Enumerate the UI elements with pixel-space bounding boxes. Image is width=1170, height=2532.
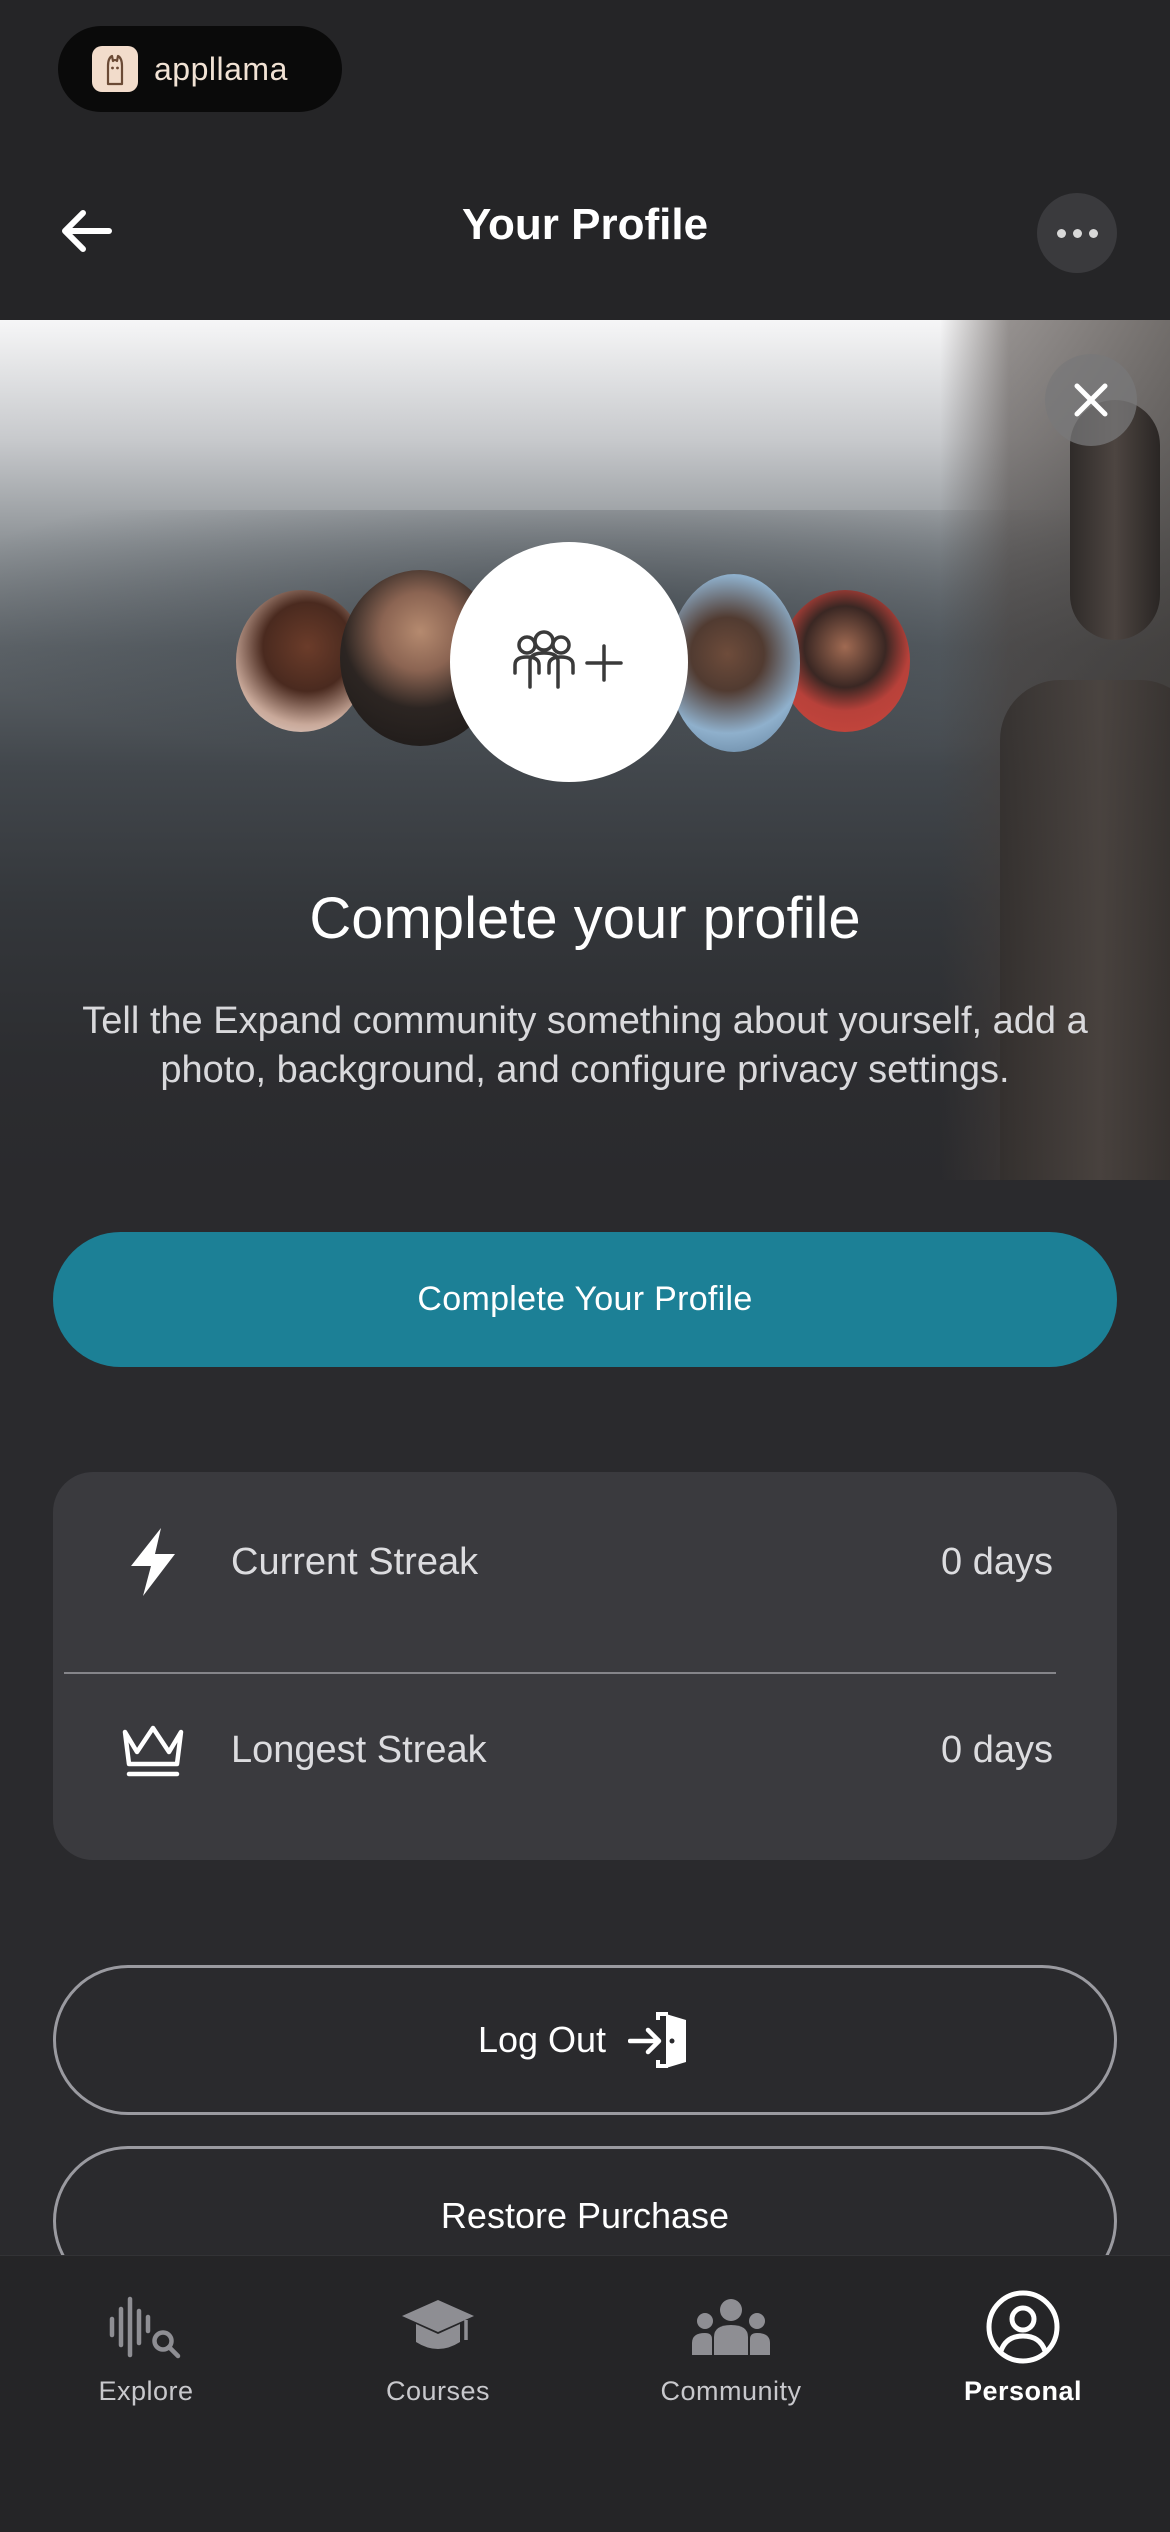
app-badge[interactable]: appllama (58, 26, 342, 112)
stat-value: 0 days (941, 1728, 1053, 1771)
tab-explore[interactable]: Explore (0, 2256, 292, 2436)
explore-icon (105, 2286, 187, 2368)
bottom-tab-bar: Explore Courses Community Personal (0, 2255, 1170, 2532)
hero-description: Tell the Expand community something abou… (82, 1000, 1088, 1091)
logout-button[interactable]: Log Out (53, 1965, 1117, 2115)
group-add-icon (513, 630, 623, 689)
close-banner-button[interactable] (1045, 354, 1137, 446)
tab-label: Personal (963, 2376, 1083, 2406)
more-horizontal-icon (1056, 228, 1098, 238)
user-circle-icon (982, 2286, 1064, 2368)
streak-card: Current Streak 0 days Longest Streak 0 d… (53, 1472, 1117, 1860)
community-icon (690, 2286, 772, 2368)
hero-title: Complete your profile (309, 886, 861, 951)
longest-streak-row: Longest Streak 0 days (53, 1690, 1117, 1810)
crown-icon (117, 1714, 189, 1786)
tab-community[interactable]: Community (585, 2256, 877, 2436)
tab-label: Courses (385, 2376, 491, 2406)
stat-value: 0 days (941, 1540, 1053, 1583)
stat-label: Longest Streak (231, 1728, 487, 1771)
add-people-circle (450, 542, 688, 782)
current-streak-row: Current Streak 0 days (53, 1502, 1117, 1622)
tab-courses[interactable]: Courses (292, 2256, 584, 2436)
app-badge-name: appllama (154, 50, 288, 87)
logout-icon (628, 2008, 692, 2072)
page-title: Your Profile (461, 200, 709, 249)
complete-profile-button[interactable]: Complete Your Profile (53, 1232, 1117, 1367)
stat-label: Current Streak (231, 1540, 479, 1583)
llama-icon (92, 46, 138, 92)
logout-label: Log Out (477, 2019, 607, 2060)
graduation-cap-icon (397, 2286, 479, 2368)
tab-label: Community (660, 2376, 802, 2406)
more-options-button[interactable] (1037, 193, 1117, 273)
lightning-icon (117, 1526, 189, 1598)
tab-personal[interactable]: Personal (877, 2256, 1169, 2436)
divider (64, 1672, 1056, 1674)
tab-label: Explore (98, 2376, 194, 2406)
top-bar: appllama Your Profile (0, 0, 1170, 320)
close-icon (1074, 383, 1108, 417)
